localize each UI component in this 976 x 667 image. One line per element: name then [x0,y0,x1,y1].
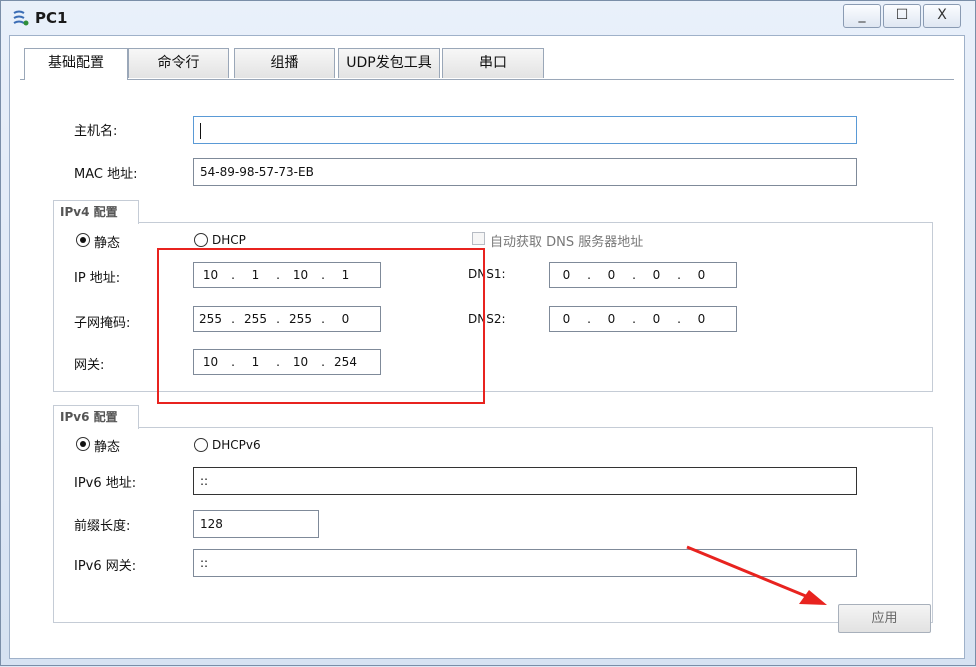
tab-basic-config[interactable]: 基础配置 [24,48,128,80]
highlight-box [157,248,485,404]
annotation-overlay [157,248,827,605]
annotation-arrow-head [799,590,827,605]
pc1-window: PC1 _ ☐ X 基础配置 命令行 组播 UDP发包工具 串口 主机名: MA… [0,0,976,666]
annotation-arrow-line [686,545,814,601]
